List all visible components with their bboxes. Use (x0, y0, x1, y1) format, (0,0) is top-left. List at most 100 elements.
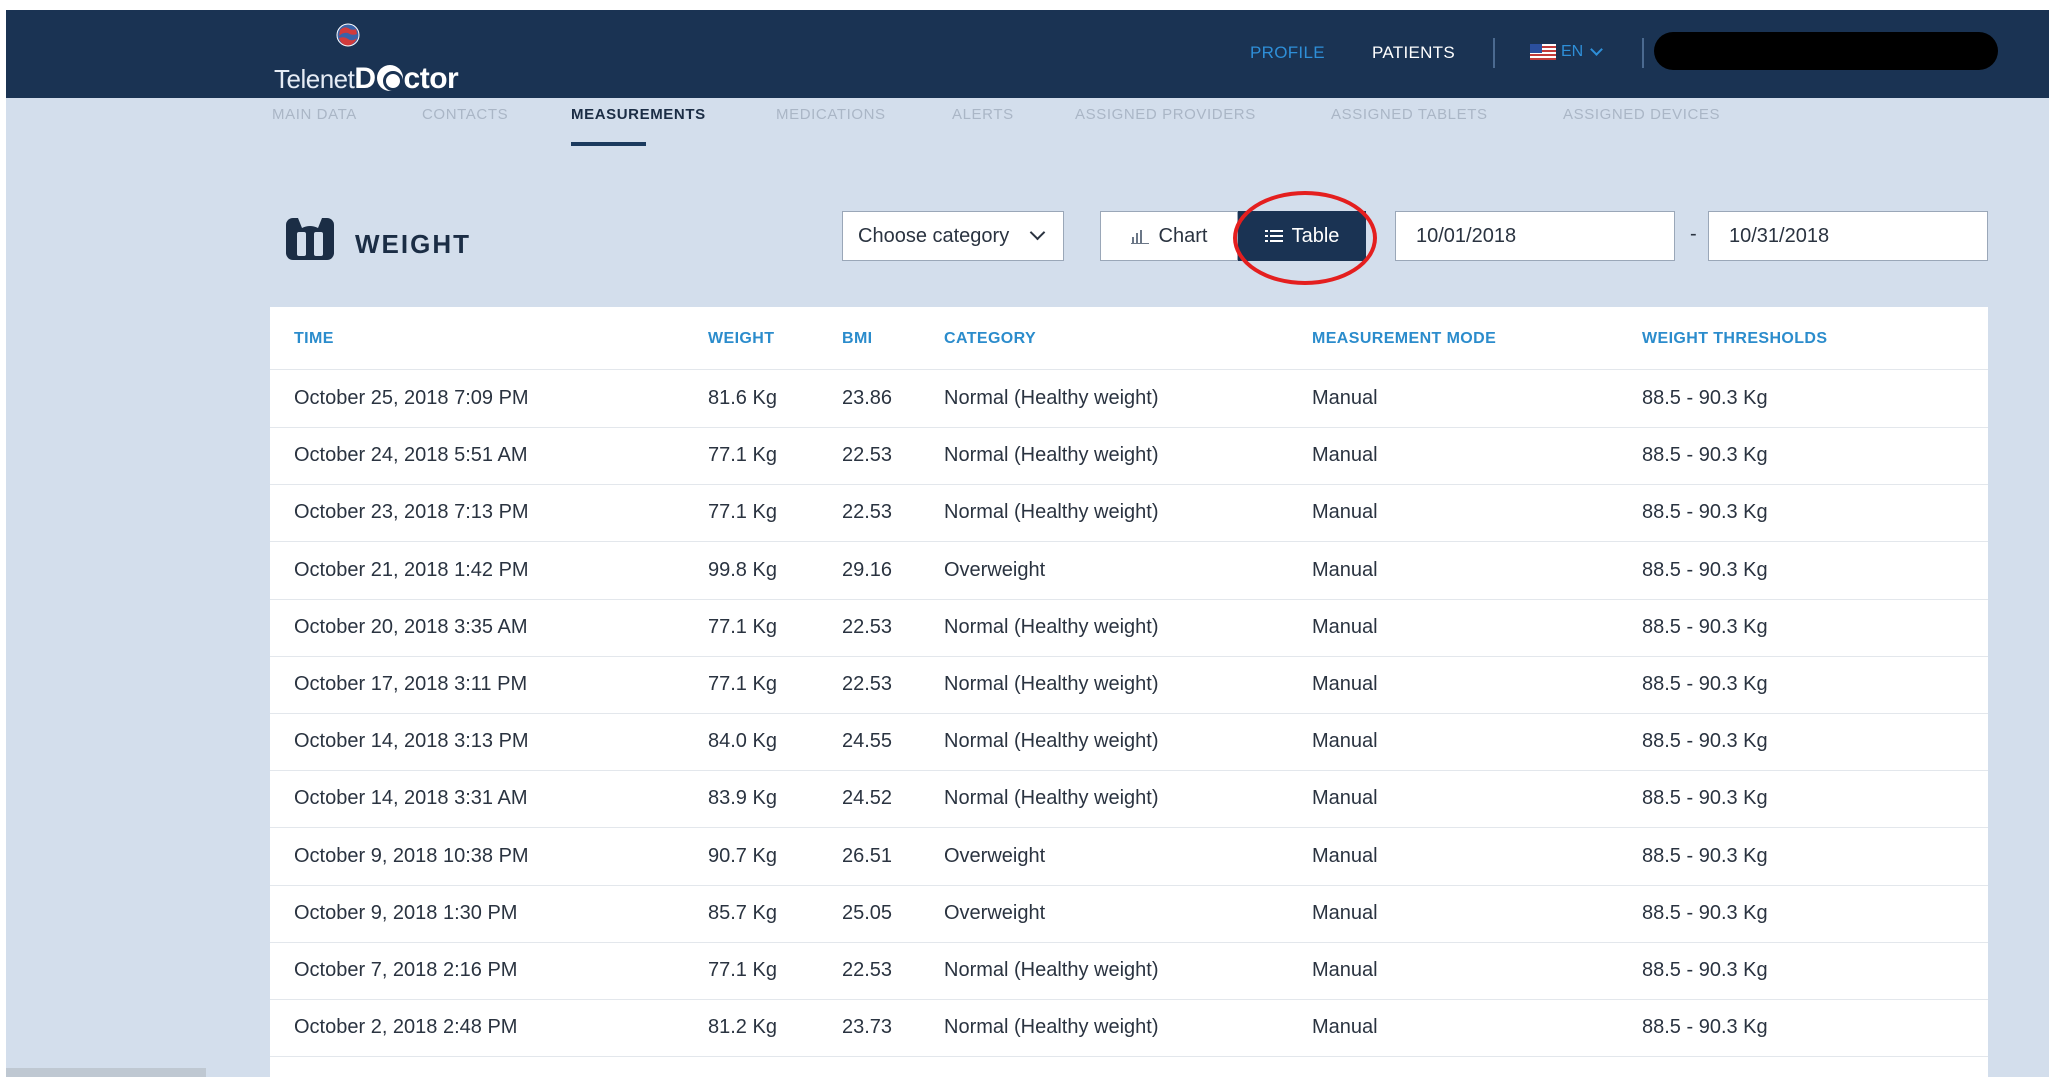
cell-measurement-mode: Manual (1312, 387, 1378, 409)
cell-measurement-mode: Manual (1312, 501, 1378, 524)
cell-measurement-mode: Manual (1312, 959, 1378, 981)
cell-weight-thresholds: 88.5 - 90.3 Kg (1642, 730, 1768, 753)
cell-measurement-mode: Manual (1312, 673, 1378, 695)
cell-time: October 23, 2018 7:13 PM (294, 501, 529, 524)
table-row[interactable]: October 21, 2018 1:42 PM 99.8 Kg 29.16 Over… (270, 543, 1988, 600)
cell-measurement-mode: Manual (1312, 558, 1378, 581)
patient-tabs: MAIN DATA CONTACTS MEASUREMENTS MEDICATI… (6, 106, 2049, 146)
cell-weight: 77.1 Kg (708, 673, 777, 695)
cell-bmi: 24.55 (842, 730, 893, 753)
table-row[interactable]: October 25, 2018 7:09 PM 81.6 Kg 23.86 Norm… (270, 371, 1988, 428)
tab-assigned-devices[interactable]: ASSIGNED DEVICES (1563, 106, 1720, 123)
cell-category: Normal (Healthy weight) (944, 959, 1159, 981)
table-row[interactable]: October 7, 2018 2:16 PM 77.1 Kg 22.53 Norma… (270, 943, 1988, 1000)
tab-alerts[interactable]: ALERTS (952, 106, 1014, 123)
cell-bmi: 22.53 (842, 501, 893, 524)
column-header-weight-thresholds[interactable]: WEIGHT THRESHOLDS (1642, 330, 1827, 348)
app-frame: TelenetD ctor PROFILE PATIENTS EN MAIN DA… (6, 10, 2049, 1077)
language-selector[interactable]: EN (1530, 40, 1604, 64)
tab-contacts[interactable]: CONTACTS (422, 106, 508, 123)
cell-category: Normal (Healthy weight) (944, 787, 1159, 810)
cell-bmi: 29.16 (842, 558, 893, 581)
chevron-down-icon (1029, 224, 1046, 241)
table-row[interactable]: October 14, 2018 3:31 AM 83.9 Kg 24.52 Norm… (270, 771, 1988, 829)
cell-weight: 77.1 Kg (708, 501, 777, 524)
chart-view-label: Chart (1158, 224, 1208, 247)
cell-bmi: 22.53 (842, 959, 893, 981)
date-range-separator: - (1690, 223, 1697, 245)
cell-measurement-mode: Manual (1312, 787, 1378, 810)
cell-weight: 85.7 Kg (708, 901, 777, 924)
tab-measurements[interactable]: MEASUREMENTS (571, 106, 706, 123)
user-menu-redacted[interactable] (1654, 32, 1998, 70)
nav-divider (1642, 38, 1644, 68)
tab-assigned-providers[interactable]: ASSIGNED PROVIDERS (1075, 106, 1256, 123)
table-row[interactable]: October 17, 2018 3:11 PM 77.1 Kg 22.53 Norm… (270, 657, 1988, 714)
globe-icon (336, 23, 360, 47)
table-row[interactable]: October 9, 2018 10:38 PM 90.7 Kg 26.51 Over… (270, 829, 1988, 886)
column-header-category[interactable]: CATEGORY (944, 330, 1036, 348)
table-row[interactable]: October 24, 2018 5:51 AM 77.1 Kg 22.53 Norm… (270, 428, 1988, 486)
date-to-input[interactable]: 10/31/2018 (1708, 211, 1988, 261)
cell-measurement-mode: Manual (1312, 844, 1378, 867)
nav-divider (1493, 38, 1495, 68)
cell-time: October 9, 2018 1:30 PM (294, 901, 518, 924)
logo-wordmark: TelenetD ctor (274, 62, 459, 96)
cell-time: October 20, 2018 3:35 AM (294, 615, 528, 638)
cell-weight-thresholds: 88.5 - 90.3 Kg (1642, 387, 1768, 409)
logo-text-ctor: ctor (403, 62, 459, 95)
weight-scale-icon (286, 215, 334, 260)
tab-main-data[interactable]: MAIN DATA (272, 106, 357, 123)
cell-weight: 81.2 Kg (708, 1016, 777, 1039)
cell-bmi: 22.53 (842, 673, 893, 695)
cell-measurement-mode: Manual (1312, 730, 1378, 753)
cell-weight-thresholds: 88.5 - 90.3 Kg (1642, 558, 1768, 581)
cell-measurement-mode: Manual (1312, 615, 1378, 638)
cell-category: Overweight (944, 558, 1046, 581)
cell-category: Overweight (944, 901, 1046, 924)
date-from-input[interactable]: 10/01/2018 (1395, 211, 1675, 261)
cell-category: Normal (Healthy weight) (944, 1016, 1159, 1039)
cell-time: October 21, 2018 1:42 PM (294, 558, 529, 581)
column-header-bmi[interactable]: BMI (842, 330, 873, 348)
bar-chart-icon (1130, 230, 1149, 244)
table-row[interactable]: October 23, 2018 7:13 PM 77.1 Kg 22.53 Norm… (270, 485, 1988, 543)
language-label: EN (1561, 43, 1584, 60)
table-row[interactable]: October 9, 2018 1:30 PM 85.7 Kg 25.05 Overw… (270, 886, 1988, 943)
cell-weight-thresholds: 88.5 - 90.3 Kg (1642, 444, 1768, 467)
active-tab-indicator (571, 142, 646, 146)
table-row[interactable]: October 20, 2018 3:35 AM 77.1 Kg 22.53 Norm… (270, 600, 1988, 657)
cell-time: October 9, 2018 10:38 PM (294, 844, 529, 867)
nav-profile-link[interactable]: PROFILE (1250, 43, 1325, 63)
top-navbar: TelenetD ctor PROFILE PATIENTS EN (6, 10, 2049, 98)
cell-weight: 81.6 Kg (708, 387, 777, 409)
tab-assigned-tablets[interactable]: ASSIGNED TABLETS (1331, 106, 1488, 123)
column-header-weight[interactable]: WEIGHT (708, 330, 774, 348)
app-logo[interactable]: TelenetD ctor (272, 20, 482, 95)
table-row[interactable]: October 2, 2018 2:48 PM 81.2 Kg 23.73 Norma… (270, 1000, 1988, 1058)
cell-category: Normal (Healthy weight) (944, 730, 1159, 753)
cell-time: October 2, 2018 2:48 PM (294, 1016, 518, 1039)
cell-bmi: 23.86 (842, 387, 893, 409)
column-header-time[interactable]: TIME (294, 330, 334, 348)
table-row[interactable]: October 14, 2018 3:13 PM 84.0 Kg 24.55 Norm… (270, 714, 1988, 772)
cell-weight: 90.7 Kg (708, 844, 777, 867)
cell-weight: 83.9 Kg (708, 787, 777, 810)
cell-weight: 77.1 Kg (708, 444, 777, 467)
category-dropdown[interactable]: Choose category (842, 211, 1064, 261)
cell-measurement-mode: Manual (1312, 1016, 1378, 1039)
us-flag-icon (1530, 44, 1556, 60)
cell-measurement-mode: Manual (1312, 901, 1378, 924)
cell-time: October 25, 2018 7:09 PM (294, 387, 529, 409)
column-header-measurement-mode[interactable]: MEASUREMENT MODE (1312, 330, 1496, 348)
chart-view-button[interactable]: Chart (1100, 211, 1238, 261)
category-dropdown-label: Choose category (858, 224, 1010, 247)
cell-category: Normal (Healthy weight) (944, 444, 1159, 467)
cell-weight-thresholds: 88.5 - 90.3 Kg (1642, 901, 1768, 924)
cell-measurement-mode: Manual (1312, 444, 1378, 467)
tab-medications[interactable]: MEDICATIONS (776, 106, 886, 123)
cell-weight-thresholds: 88.5 - 90.3 Kg (1642, 501, 1768, 524)
nav-patients-link[interactable]: PATIENTS (1372, 43, 1455, 63)
cell-time: October 14, 2018 3:13 PM (294, 730, 529, 753)
measurements-table: TIME WEIGHT BMI CATEGORY MEASUREMENT MOD… (270, 307, 1988, 1077)
